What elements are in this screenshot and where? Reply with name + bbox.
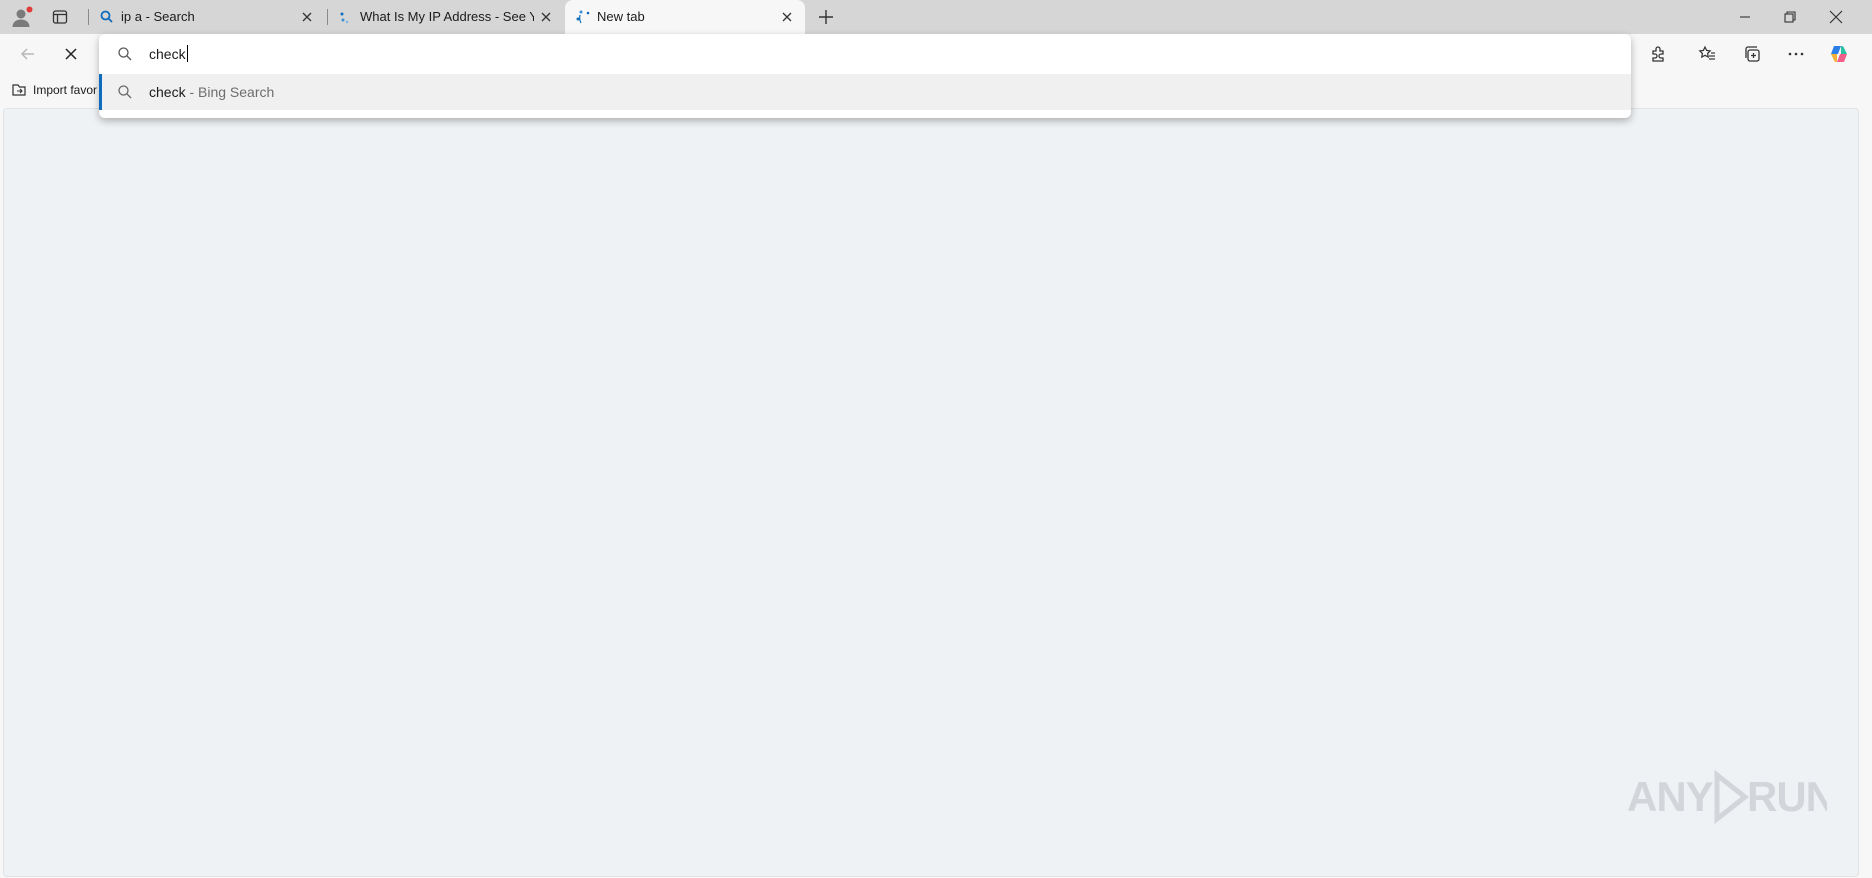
text-cursor bbox=[186, 45, 188, 62]
import-favorites-button[interactable]: Import favor bbox=[11, 80, 97, 100]
loading-spinner-icon bbox=[575, 9, 591, 25]
tab-title: New tab bbox=[597, 9, 645, 24]
minimize-icon bbox=[1740, 16, 1750, 18]
restore-icon bbox=[1784, 11, 1796, 23]
tab-title: What Is My IP Address - See Your bbox=[360, 9, 534, 24]
watermark-logo: ANY RUN bbox=[1627, 765, 1827, 829]
collections-button[interactable] bbox=[1736, 38, 1768, 70]
address-bar[interactable] bbox=[99, 34, 1631, 74]
close-icon[interactable] bbox=[297, 7, 317, 27]
tab-title: ip a - Search bbox=[121, 9, 195, 24]
favorites-icon bbox=[1698, 45, 1715, 60]
page-content bbox=[3, 108, 1859, 877]
stop-loading-icon bbox=[65, 48, 77, 60]
search-icon bbox=[117, 84, 133, 100]
svg-text:RUN: RUN bbox=[1747, 773, 1827, 820]
suggestion-text: check - Bing Search bbox=[149, 84, 274, 100]
svg-text:ANY: ANY bbox=[1627, 773, 1714, 820]
address-bar-dropdown: check - Bing Search bbox=[99, 34, 1631, 118]
favorites-button[interactable] bbox=[1691, 38, 1723, 70]
new-tab-button[interactable] bbox=[810, 1, 842, 33]
close-window-button[interactable] bbox=[1820, 1, 1852, 33]
search-icon bbox=[117, 46, 133, 62]
copilot-button[interactable] bbox=[1823, 38, 1855, 70]
search-icon bbox=[99, 9, 115, 25]
more-button[interactable] bbox=[1780, 38, 1812, 70]
tab-ip-a-search[interactable]: ip a - Search bbox=[89, 0, 325, 34]
back-arrow-icon bbox=[20, 48, 34, 60]
close-icon[interactable] bbox=[536, 7, 556, 27]
suggestion-query: check bbox=[149, 84, 186, 100]
back-button[interactable] bbox=[12, 38, 44, 70]
extensions-button[interactable] bbox=[1642, 38, 1674, 70]
address-bar-input[interactable] bbox=[149, 44, 1549, 64]
loading-spinner-icon bbox=[338, 9, 354, 25]
close-icon[interactable] bbox=[777, 7, 797, 27]
minimize-button[interactable] bbox=[1729, 1, 1761, 33]
workspaces-icon[interactable] bbox=[44, 1, 76, 33]
import-favorites-icon bbox=[12, 84, 26, 96]
suggestion-source: - Bing Search bbox=[185, 84, 275, 100]
plus-icon bbox=[819, 10, 833, 24]
import-favorites-label: Import favor bbox=[33, 83, 98, 97]
more-icon bbox=[1788, 52, 1804, 56]
copilot-icon bbox=[1831, 46, 1847, 62]
close-icon bbox=[1829, 10, 1843, 24]
selection-indicator bbox=[99, 74, 102, 110]
collections-icon bbox=[1745, 46, 1760, 62]
restore-button[interactable] bbox=[1774, 1, 1806, 33]
suggestion-item[interactable]: check - Bing Search bbox=[99, 74, 1631, 110]
profile-icon[interactable] bbox=[6, 1, 38, 33]
extensions-icon bbox=[1652, 46, 1664, 62]
tab-new-tab[interactable]: New tab bbox=[565, 0, 805, 34]
tab-strip: ip a - Search What Is My IP Address - Se… bbox=[0, 0, 1872, 34]
stop-loading-button[interactable] bbox=[55, 38, 87, 70]
tab-what-is-my-ip[interactable]: What Is My IP Address - See Your bbox=[328, 0, 564, 34]
